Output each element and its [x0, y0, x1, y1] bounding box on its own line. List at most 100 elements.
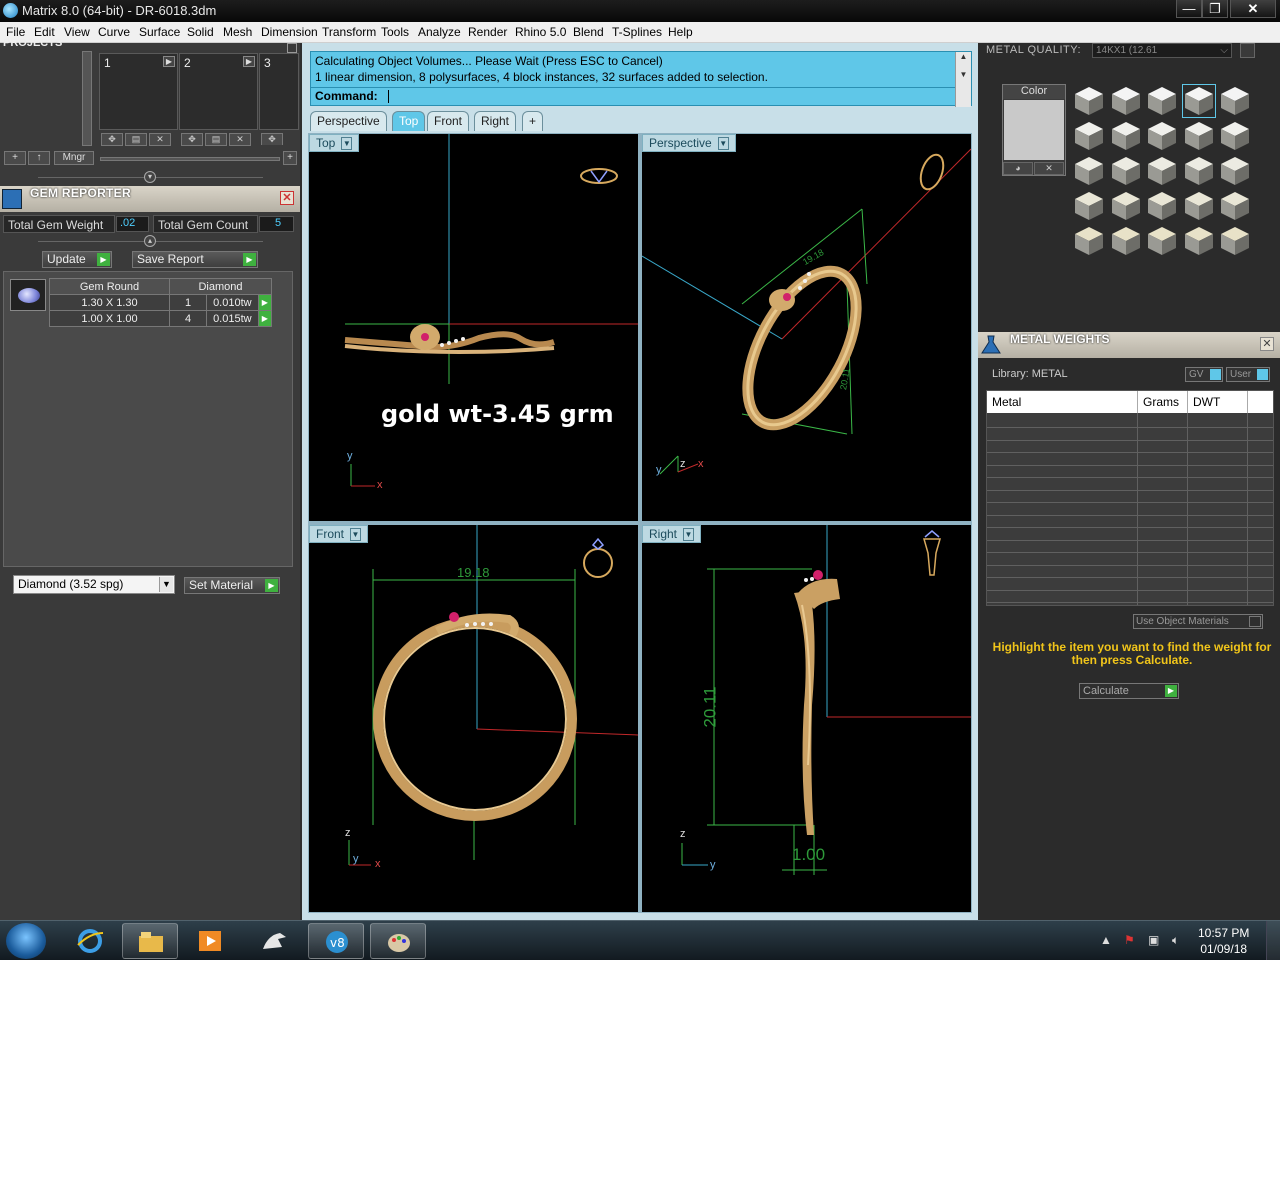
material-swatch[interactable] [1110, 85, 1142, 117]
project-thumb-1[interactable]: 1 ▶ [99, 53, 178, 130]
material-swatch[interactable] [1146, 85, 1178, 117]
delete-icon[interactable]: ✕ [229, 133, 251, 146]
use-object-materials-toggle[interactable]: Use Object Materials [1133, 614, 1263, 629]
palette-icon[interactable]: ◕ [1003, 162, 1033, 175]
update-button[interactable]: Update ▶ [42, 251, 112, 268]
paint-icon[interactable] [370, 923, 426, 959]
menu-help[interactable]: Help [668, 25, 693, 39]
save-report-button[interactable]: Save Report ▶ [132, 251, 258, 268]
show-desktop-button[interactable] [1266, 921, 1280, 960]
play-icon[interactable]: ▶ [243, 56, 255, 67]
material-swatch[interactable] [1073, 155, 1105, 187]
move-icon[interactable]: ✥ [261, 133, 283, 145]
minimize-button[interactable]: — [1176, 0, 1202, 18]
project-thumb-3[interactable]: 3 [259, 53, 299, 130]
clock[interactable]: 10:57 PM 01/09/18 [1198, 925, 1249, 957]
add-project-button[interactable]: + [4, 151, 26, 165]
projects-close-button[interactable] [287, 43, 297, 53]
menu-surface[interactable]: Surface [139, 25, 180, 39]
tab-right[interactable]: Right [474, 111, 517, 131]
volume-icon[interactable]: 🔈︎ [1172, 933, 1179, 948]
save-icon[interactable]: ▤ [125, 133, 147, 146]
projects-scrollbar[interactable] [82, 51, 92, 146]
material-swatch[interactable] [1110, 190, 1142, 222]
menu-tools[interactable]: Tools [381, 25, 409, 39]
splitter-knob[interactable]: ▴ [144, 235, 156, 247]
media-player-icon[interactable] [182, 923, 238, 959]
tab-perspective[interactable]: Perspective [310, 111, 387, 131]
set-material-button[interactable]: Set Material ▶ [184, 577, 280, 594]
rhino-icon[interactable] [246, 923, 302, 959]
play-icon[interactable]: ▶ [163, 56, 175, 67]
tab-top[interactable]: Top [392, 111, 426, 131]
row-go-icon[interactable]: ▶ [257, 310, 273, 327]
calculate-button[interactable]: Calculate ▶ [1079, 683, 1179, 699]
material-swatch[interactable] [1073, 225, 1105, 257]
move-icon[interactable]: ✥ [101, 133, 123, 146]
material-swatch[interactable] [1110, 120, 1142, 152]
save-icon[interactable]: ▤ [205, 133, 227, 146]
viewport-label-top[interactable]: Top ▼ [309, 134, 360, 152]
matrix-app-taskbar-icon[interactable]: v8 [308, 923, 364, 959]
menu-tsplines[interactable]: T-Splines [612, 25, 662, 39]
tab-front[interactable]: Front [427, 111, 470, 131]
material-swatch[interactable] [1183, 225, 1215, 257]
command-line[interactable]: Command: [311, 87, 955, 105]
splitter-knob[interactable]: ▾ [144, 171, 156, 183]
material-swatch[interactable] [1183, 190, 1215, 222]
row-go-icon[interactable]: ▶ [257, 294, 273, 311]
close-window-button[interactable]: ✕ [1230, 0, 1276, 18]
metal-quality-settings-button[interactable] [1240, 43, 1255, 58]
material-swatch[interactable] [1183, 155, 1215, 187]
viewport-label-perspective[interactable]: Perspective ▼ [642, 134, 736, 152]
material-swatch[interactable] [1183, 120, 1215, 152]
material-swatch[interactable] [1219, 120, 1251, 152]
gem-reporter-close-button[interactable]: ✕ [280, 191, 294, 205]
zoom-plus-button[interactable]: + [283, 151, 297, 165]
material-swatch[interactable] [1219, 190, 1251, 222]
viewport-front[interactable]: Front ▼ 19.18 z y x [309, 525, 638, 912]
file-explorer-icon[interactable] [122, 923, 178, 959]
manager-button[interactable]: Mngr [54, 151, 94, 165]
material-swatch[interactable] [1146, 155, 1178, 187]
menu-mesh[interactable]: Mesh [223, 25, 252, 39]
menu-render[interactable]: Render [468, 25, 507, 39]
show-hidden-icons-icon[interactable]: ▲ [1100, 933, 1112, 947]
viewport-label-front[interactable]: Front ▼ [309, 525, 369, 543]
table-row[interactable]: 1.30 X 1.30 1 0.010tw ▶ [49, 294, 273, 311]
menu-view[interactable]: View [64, 25, 90, 39]
menu-curve[interactable]: Curve [98, 25, 130, 39]
material-swatch[interactable] [1073, 190, 1105, 222]
material-swatch[interactable] [1146, 225, 1178, 257]
material-swatch[interactable] [1110, 225, 1142, 257]
material-swatch[interactable] [1181, 84, 1216, 118]
up-arrow-button[interactable]: ↑ [28, 151, 50, 165]
material-swatch[interactable] [1219, 85, 1251, 117]
table-row[interactable]: 1.00 X 1.00 4 0.015tw ▶ [49, 310, 273, 327]
metal-quality-select[interactable]: 14KX1 (12.61 ⌵ [1092, 43, 1232, 58]
add-tab-button[interactable]: + [522, 111, 544, 131]
viewport-label-right[interactable]: Right ▼ [642, 525, 702, 543]
gem-material-select[interactable]: Diamond (3.52 spg) ▼ [13, 575, 175, 594]
command-scrollbar[interactable]: ▲ ▼ [955, 52, 971, 107]
material-swatch[interactable] [1146, 190, 1178, 222]
viewport-right[interactable]: Right ▼ 20.11 1.00 z y [642, 525, 971, 912]
projects-zoom-slider[interactable] [100, 157, 280, 161]
action-center-icon[interactable]: ⚑ [1124, 933, 1135, 947]
metal-weights-close-button[interactable]: ✕ [1260, 337, 1274, 351]
material-swatch[interactable] [1146, 120, 1178, 152]
round-gem-thumbnail[interactable] [10, 279, 46, 311]
menu-rhino[interactable]: Rhino 5.0 [515, 25, 566, 39]
project-thumb-2[interactable]: 2 ▶ [179, 53, 258, 130]
material-swatch[interactable] [1219, 225, 1251, 257]
viewport-perspective[interactable]: Perspective ▼ 19.18 20.11 y z x [642, 134, 971, 521]
material-swatch[interactable] [1110, 155, 1142, 187]
menu-analyze[interactable]: Analyze [418, 25, 461, 39]
network-icon[interactable]: ▣ [1148, 933, 1159, 947]
internet-explorer-icon[interactable] [62, 923, 118, 959]
user-toggle[interactable]: User [1226, 367, 1270, 382]
material-swatch[interactable] [1073, 120, 1105, 152]
restore-button[interactable]: ❐ [1202, 0, 1228, 18]
material-swatch[interactable] [1219, 155, 1251, 187]
delete-icon[interactable]: ✕ [149, 133, 171, 146]
